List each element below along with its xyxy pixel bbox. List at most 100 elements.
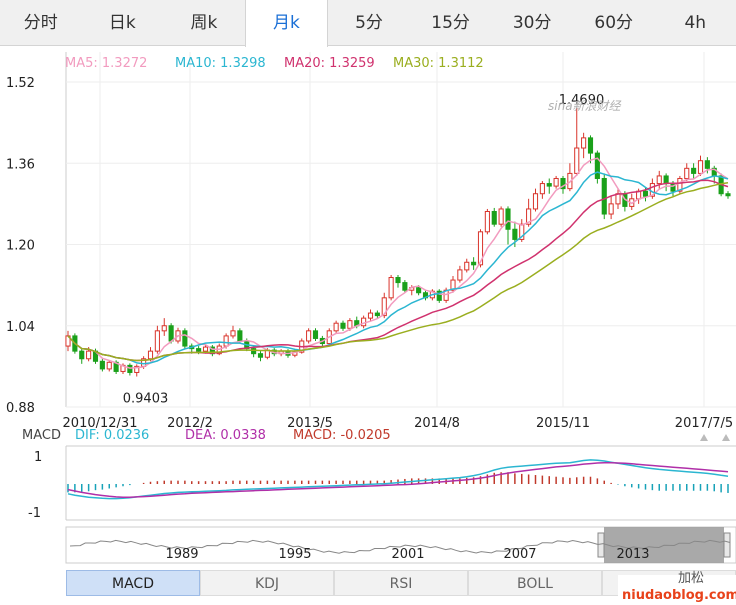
candle-body (691, 167, 697, 174)
legend-ma5: MA5: 1.3272 (65, 56, 148, 71)
candle-body (642, 190, 649, 197)
macd-y-tick-label: -1 (28, 506, 41, 521)
candle-body (656, 175, 662, 185)
tab-kdj[interactable]: KDJ (200, 570, 334, 596)
sina-watermark: sina新浪财经 (548, 99, 621, 113)
candle-body (161, 325, 167, 332)
ma30-line (67, 182, 729, 362)
tab-30min[interactable]: 30分 (491, 0, 573, 45)
candle-body (257, 353, 264, 358)
tab-macd[interactable]: MACD (66, 570, 200, 596)
candle-body (601, 177, 607, 215)
candle-body (367, 312, 374, 319)
legend-ma20: MA20: 1.3259 (284, 56, 375, 71)
candle-body (539, 183, 545, 195)
tab-4h[interactable]: 4h (655, 0, 736, 45)
candle-body (464, 261, 470, 271)
candle-body (491, 210, 497, 225)
tab-fenshi[interactable]: 分时 (0, 0, 82, 45)
candle-body (697, 160, 704, 174)
navigator-year-label: 2001 (391, 547, 424, 562)
candle-body (594, 152, 600, 179)
legend-ma10: MA10: 1.3298 (175, 56, 266, 71)
candle-body (99, 360, 105, 370)
candle-body (230, 330, 236, 337)
candle-body (395, 277, 401, 284)
tab-monthly-k[interactable]: 月k (244, 0, 329, 47)
candle-body (553, 177, 559, 187)
candle-body (615, 193, 621, 205)
tab-15min[interactable]: 15分 (410, 0, 492, 45)
y-tick-label: 0.88 (6, 401, 35, 416)
y-tick-label: 1.04 (6, 320, 35, 335)
tab-5min[interactable]: 5分 (328, 0, 410, 45)
candle-body (306, 330, 312, 342)
candle-body (498, 208, 504, 225)
candle-body (182, 330, 188, 347)
y-tick-label: 1.52 (6, 76, 35, 91)
candle-body (347, 320, 353, 329)
tab-rsi[interactable]: RSI (334, 570, 468, 596)
candle-body (79, 350, 85, 360)
candle-body (196, 348, 202, 352)
macd-dea: DEA: 0.0338 (185, 428, 266, 443)
tab-weekly-k[interactable]: 周k (163, 0, 245, 45)
candle-body (237, 330, 243, 342)
chart-canvas: 1.521.361.201.040.882010/12/31 2012/2 2013… (6, 52, 736, 564)
tab-daily-k[interactable]: 日k (82, 0, 164, 45)
navigator-year-label: 2013 (616, 547, 649, 562)
candle-body (684, 167, 690, 179)
candle-body (312, 330, 319, 339)
candle-body (416, 287, 422, 294)
candle-body (223, 335, 229, 347)
tab-boll[interactable]: BOLL (468, 570, 602, 596)
candle-body (608, 203, 614, 215)
candle-body (402, 282, 408, 291)
macd-label: MACD (22, 428, 61, 443)
candle-body (574, 147, 580, 174)
candle-body (202, 346, 209, 352)
ma5-line (67, 157, 729, 369)
annotation-low: 0.9403 (123, 391, 169, 406)
navigator-year-label: 1995 (278, 547, 311, 562)
candle-body (512, 228, 518, 240)
candle-body (546, 183, 552, 187)
site-url: niudaoblog.com (622, 588, 736, 603)
candle-body (663, 175, 669, 185)
x-tick-label: 2017/7/5 (675, 416, 733, 431)
macd-y-tick-label: 1 (34, 450, 42, 465)
navigator-left-handle[interactable] (597, 532, 605, 558)
tab-60min[interactable]: 60分 (573, 0, 655, 45)
y-tick-label: 1.20 (6, 239, 35, 254)
candle-body (457, 269, 463, 281)
candle-body (388, 277, 394, 299)
macd-dif: DIF: 0.0236 (75, 428, 150, 443)
x-tick-label: 2014/8 (414, 416, 460, 431)
scroll-up-arrow-icon (722, 434, 730, 441)
site-author: 加松 (678, 571, 705, 586)
candle-body (333, 322, 339, 332)
candle-body (361, 317, 367, 327)
candle-body (86, 350, 92, 360)
navigator-year-label: 1989 (165, 547, 198, 562)
y-tick-label: 1.36 (6, 157, 35, 172)
period-tabs: 分时 日k 周k 月k 5分 15分 30分 60分 4h (0, 0, 736, 47)
ma10-line (67, 171, 729, 365)
x-tick-label: 2015/11 (536, 416, 590, 431)
candle-body (471, 261, 477, 266)
site-badge: 加松 niudaoblog.com (618, 571, 736, 605)
candle-body (127, 364, 133, 373)
candle-body (484, 210, 490, 233)
macd-value: MACD: -0.0205 (293, 428, 391, 443)
candle-body (704, 160, 710, 169)
candle-body (587, 137, 594, 154)
navigator-right-handle[interactable] (723, 532, 731, 558)
navigator-year-label: 2007 (503, 547, 536, 562)
legend-ma30: MA30: 1.3112 (393, 56, 484, 71)
candle-body (505, 208, 511, 230)
candle-body (581, 137, 587, 149)
candle-body (374, 312, 380, 317)
candle-body (251, 348, 257, 355)
scroll-up-arrow-icon (700, 434, 708, 441)
candle-body (168, 325, 174, 342)
